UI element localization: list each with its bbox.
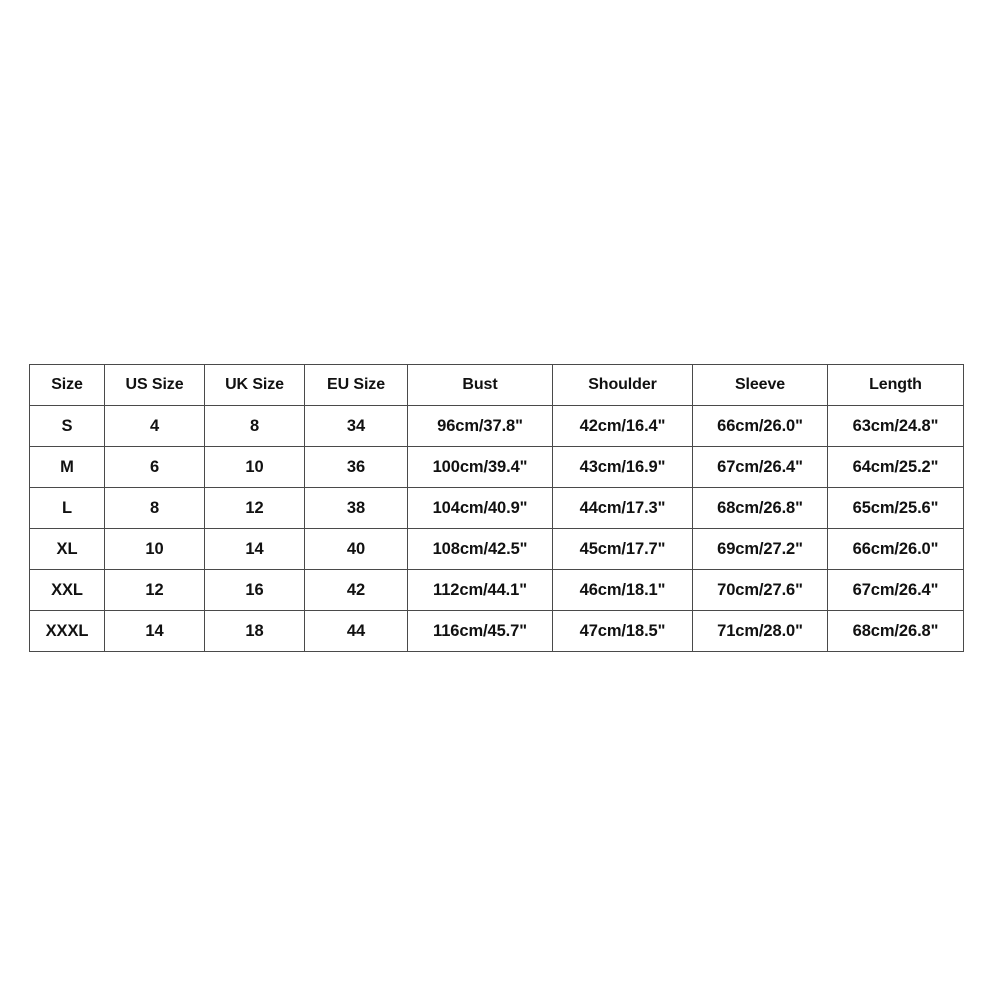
cell-us-size: 8 [104, 487, 205, 529]
size-chart-container: Size US Size UK Size EU Size Bust Should… [29, 364, 964, 652]
cell-uk-size: 8 [204, 405, 305, 447]
cell-us-size: 4 [104, 405, 205, 447]
cell-shoulder: 46cm/18.1" [552, 569, 693, 611]
table-row: XXXL 14 18 44 116cm/45.7" 47cm/18.5" 71c… [29, 610, 964, 652]
cell-uk-size: 14 [204, 528, 305, 570]
table-row: L 8 12 38 104cm/40.9" 44cm/17.3" 68cm/26… [29, 487, 964, 529]
cell-shoulder: 47cm/18.5" [552, 610, 693, 652]
table-row: XXL 12 16 42 112cm/44.1" 46cm/18.1" 70cm… [29, 569, 964, 611]
size-chart-table: Size US Size UK Size EU Size Bust Should… [29, 364, 964, 652]
column-header-size: Size [29, 364, 105, 406]
cell-length: 68cm/26.8" [827, 610, 964, 652]
table-row: S 4 8 34 96cm/37.8" 42cm/16.4" 66cm/26.0… [29, 405, 964, 447]
cell-us-size: 6 [104, 446, 205, 488]
cell-eu-size: 42 [304, 569, 408, 611]
cell-eu-size: 44 [304, 610, 408, 652]
cell-bust: 108cm/42.5" [407, 528, 553, 570]
cell-sleeve: 69cm/27.2" [692, 528, 828, 570]
cell-bust: 96cm/37.8" [407, 405, 553, 447]
cell-length: 65cm/25.6" [827, 487, 964, 529]
column-header-shoulder: Shoulder [552, 364, 693, 406]
cell-bust: 100cm/39.4" [407, 446, 553, 488]
cell-shoulder: 42cm/16.4" [552, 405, 693, 447]
cell-uk-size: 18 [204, 610, 305, 652]
cell-sleeve: 68cm/26.8" [692, 487, 828, 529]
cell-shoulder: 45cm/17.7" [552, 528, 693, 570]
cell-sleeve: 67cm/26.4" [692, 446, 828, 488]
cell-uk-size: 16 [204, 569, 305, 611]
cell-size: L [29, 487, 105, 529]
cell-length: 63cm/24.8" [827, 405, 964, 447]
cell-us-size: 10 [104, 528, 205, 570]
cell-size: XXL [29, 569, 105, 611]
cell-eu-size: 38 [304, 487, 408, 529]
column-header-bust: Bust [407, 364, 553, 406]
cell-sleeve: 70cm/27.6" [692, 569, 828, 611]
cell-sleeve: 71cm/28.0" [692, 610, 828, 652]
cell-length: 67cm/26.4" [827, 569, 964, 611]
cell-size: XXXL [29, 610, 105, 652]
cell-eu-size: 36 [304, 446, 408, 488]
cell-eu-size: 40 [304, 528, 408, 570]
cell-length: 66cm/26.0" [827, 528, 964, 570]
size-chart-body: S 4 8 34 96cm/37.8" 42cm/16.4" 66cm/26.0… [29, 405, 964, 652]
table-row: XL 10 14 40 108cm/42.5" 45cm/17.7" 69cm/… [29, 528, 964, 570]
cell-length: 64cm/25.2" [827, 446, 964, 488]
cell-uk-size: 10 [204, 446, 305, 488]
cell-shoulder: 43cm/16.9" [552, 446, 693, 488]
table-row: M 6 10 36 100cm/39.4" 43cm/16.9" 67cm/26… [29, 446, 964, 488]
column-header-eu-size: EU Size [304, 364, 408, 406]
size-chart-header: Size US Size UK Size EU Size Bust Should… [29, 364, 964, 406]
cell-bust: 104cm/40.9" [407, 487, 553, 529]
cell-us-size: 12 [104, 569, 205, 611]
cell-bust: 116cm/45.7" [407, 610, 553, 652]
cell-size: XL [29, 528, 105, 570]
cell-eu-size: 34 [304, 405, 408, 447]
column-header-us-size: US Size [104, 364, 205, 406]
table-header-row: Size US Size UK Size EU Size Bust Should… [29, 364, 964, 406]
cell-size: S [29, 405, 105, 447]
page-canvas: Size US Size UK Size EU Size Bust Should… [0, 0, 1000, 1000]
cell-shoulder: 44cm/17.3" [552, 487, 693, 529]
cell-uk-size: 12 [204, 487, 305, 529]
column-header-length: Length [827, 364, 964, 406]
cell-size: M [29, 446, 105, 488]
column-header-uk-size: UK Size [204, 364, 305, 406]
cell-bust: 112cm/44.1" [407, 569, 553, 611]
column-header-sleeve: Sleeve [692, 364, 828, 406]
cell-sleeve: 66cm/26.0" [692, 405, 828, 447]
cell-us-size: 14 [104, 610, 205, 652]
